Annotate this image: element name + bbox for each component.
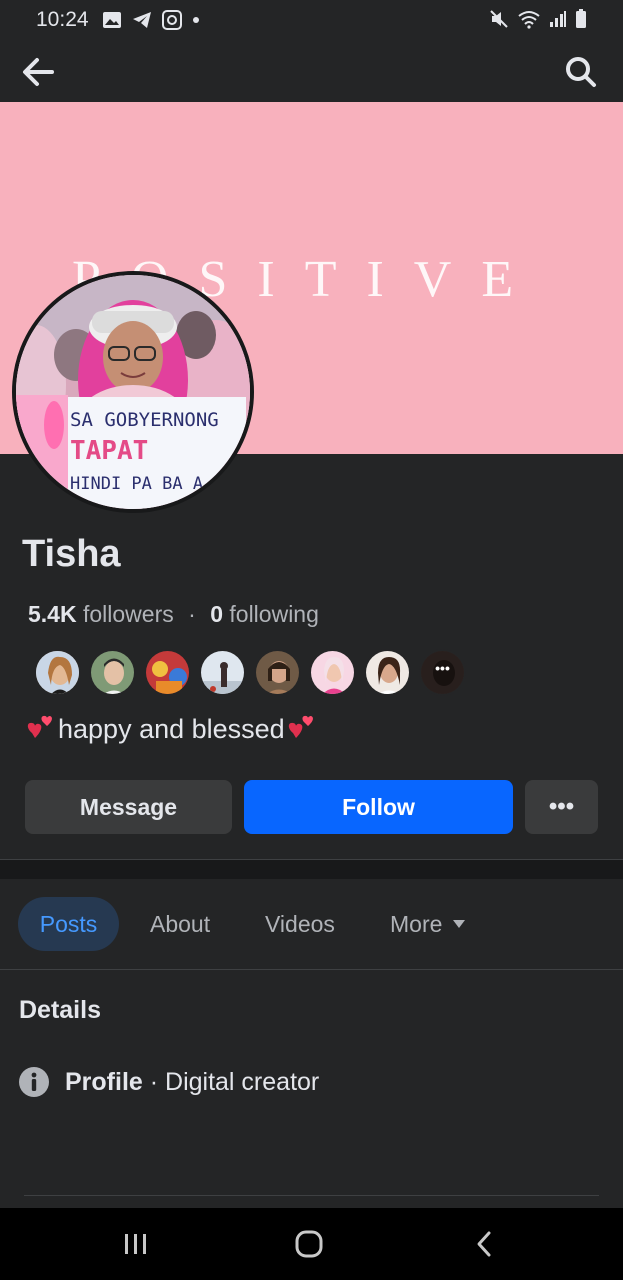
follower-avatars[interactable]: ••• <box>34 649 466 696</box>
arrow-left-icon <box>23 58 54 86</box>
tab-posts[interactable]: Posts <box>18 897 119 951</box>
system-nav-bar <box>0 1208 623 1280</box>
detail-value: Digital creator <box>165 1067 320 1096</box>
followers-count[interactable]: 5.4K <box>28 601 77 627</box>
details-divider <box>24 1195 599 1196</box>
follower-avatar[interactable] <box>199 649 246 696</box>
bio-text: happy and blessed <box>58 713 285 744</box>
tab-more[interactable]: More <box>390 897 466 951</box>
app-icon <box>162 10 182 30</box>
profile-tabs: Posts About Videos More <box>0 879 623 970</box>
back-button[interactable] <box>18 52 58 92</box>
recents-icon <box>125 1234 146 1254</box>
status-bar: 10:24 <box>0 0 623 40</box>
profile-actions: Message Follow ••• <box>25 780 598 834</box>
tab-videos[interactable]: Videos <box>265 897 335 951</box>
signal-icon <box>550 11 566 27</box>
detail-text: Profile · Digital creator <box>65 1068 319 1097</box>
tab-about[interactable]: About <box>150 897 210 951</box>
message-button[interactable]: Message <box>25 780 232 834</box>
profile-avatar[interactable]: SA GOBYERNONG TAPAT HINDI PA BA A <box>12 271 254 513</box>
gallery-icon <box>103 12 121 28</box>
home-button[interactable] <box>289 1226 329 1262</box>
status-left-icons <box>102 10 200 30</box>
hearts-icon <box>288 715 313 738</box>
follower-avatar-more[interactable]: ••• <box>419 649 466 696</box>
following-count[interactable]: 0 <box>210 601 223 627</box>
search-icon <box>566 57 596 87</box>
sign-line-3: HINDI PA BA A <box>70 474 204 494</box>
top-bar <box>0 40 623 102</box>
sign-line-2: TAPAT <box>70 436 149 466</box>
follower-avatar[interactable] <box>34 649 81 696</box>
detail-profile-row: Profile · Digital creator <box>19 1067 319 1097</box>
caret-down-icon <box>453 920 466 928</box>
follower-avatar[interactable] <box>144 649 191 696</box>
followers-label[interactable]: followers <box>83 601 174 627</box>
profile-name: Tisha <box>22 533 121 575</box>
dot-icon <box>193 17 199 23</box>
sign-line-1: SA GOBYERNONG <box>70 409 219 431</box>
battery-icon <box>576 9 586 28</box>
info-icon <box>19 1067 49 1097</box>
status-right-icons <box>489 9 587 29</box>
following-label[interactable]: following <box>229 601 319 627</box>
hearts-icon <box>27 715 52 738</box>
status-time: 10:24 <box>36 8 89 31</box>
detail-separator: · <box>142 1067 166 1096</box>
more-options-button[interactable]: ••• <box>525 780 598 834</box>
detail-label: Profile <box>65 1067 143 1096</box>
back-chevron-icon <box>477 1231 491 1257</box>
home-icon <box>295 1230 323 1258</box>
telegram-icon <box>133 12 151 28</box>
section-divider <box>0 859 623 879</box>
system-back-button[interactable] <box>464 1226 504 1262</box>
tab-more-label: More <box>390 910 443 937</box>
follower-avatar[interactable] <box>309 649 356 696</box>
recents-button[interactable] <box>116 1226 156 1262</box>
details-heading: Details <box>19 996 101 1024</box>
follow-stats: 5.4K followers · 0 following <box>28 601 319 628</box>
stats-separator: · <box>188 601 196 627</box>
mute-icon <box>490 10 508 28</box>
follower-avatar[interactable] <box>89 649 136 696</box>
follower-avatar[interactable] <box>364 649 411 696</box>
profile-content: Posts About Videos More Details Profile … <box>0 879 623 1209</box>
bio: happy and blessed <box>24 713 319 745</box>
search-button[interactable] <box>561 52 601 92</box>
follow-button[interactable]: Follow <box>244 780 513 834</box>
wifi-icon <box>518 11 540 29</box>
more-followers-icon: ••• <box>435 660 450 676</box>
follower-avatar[interactable] <box>254 649 301 696</box>
